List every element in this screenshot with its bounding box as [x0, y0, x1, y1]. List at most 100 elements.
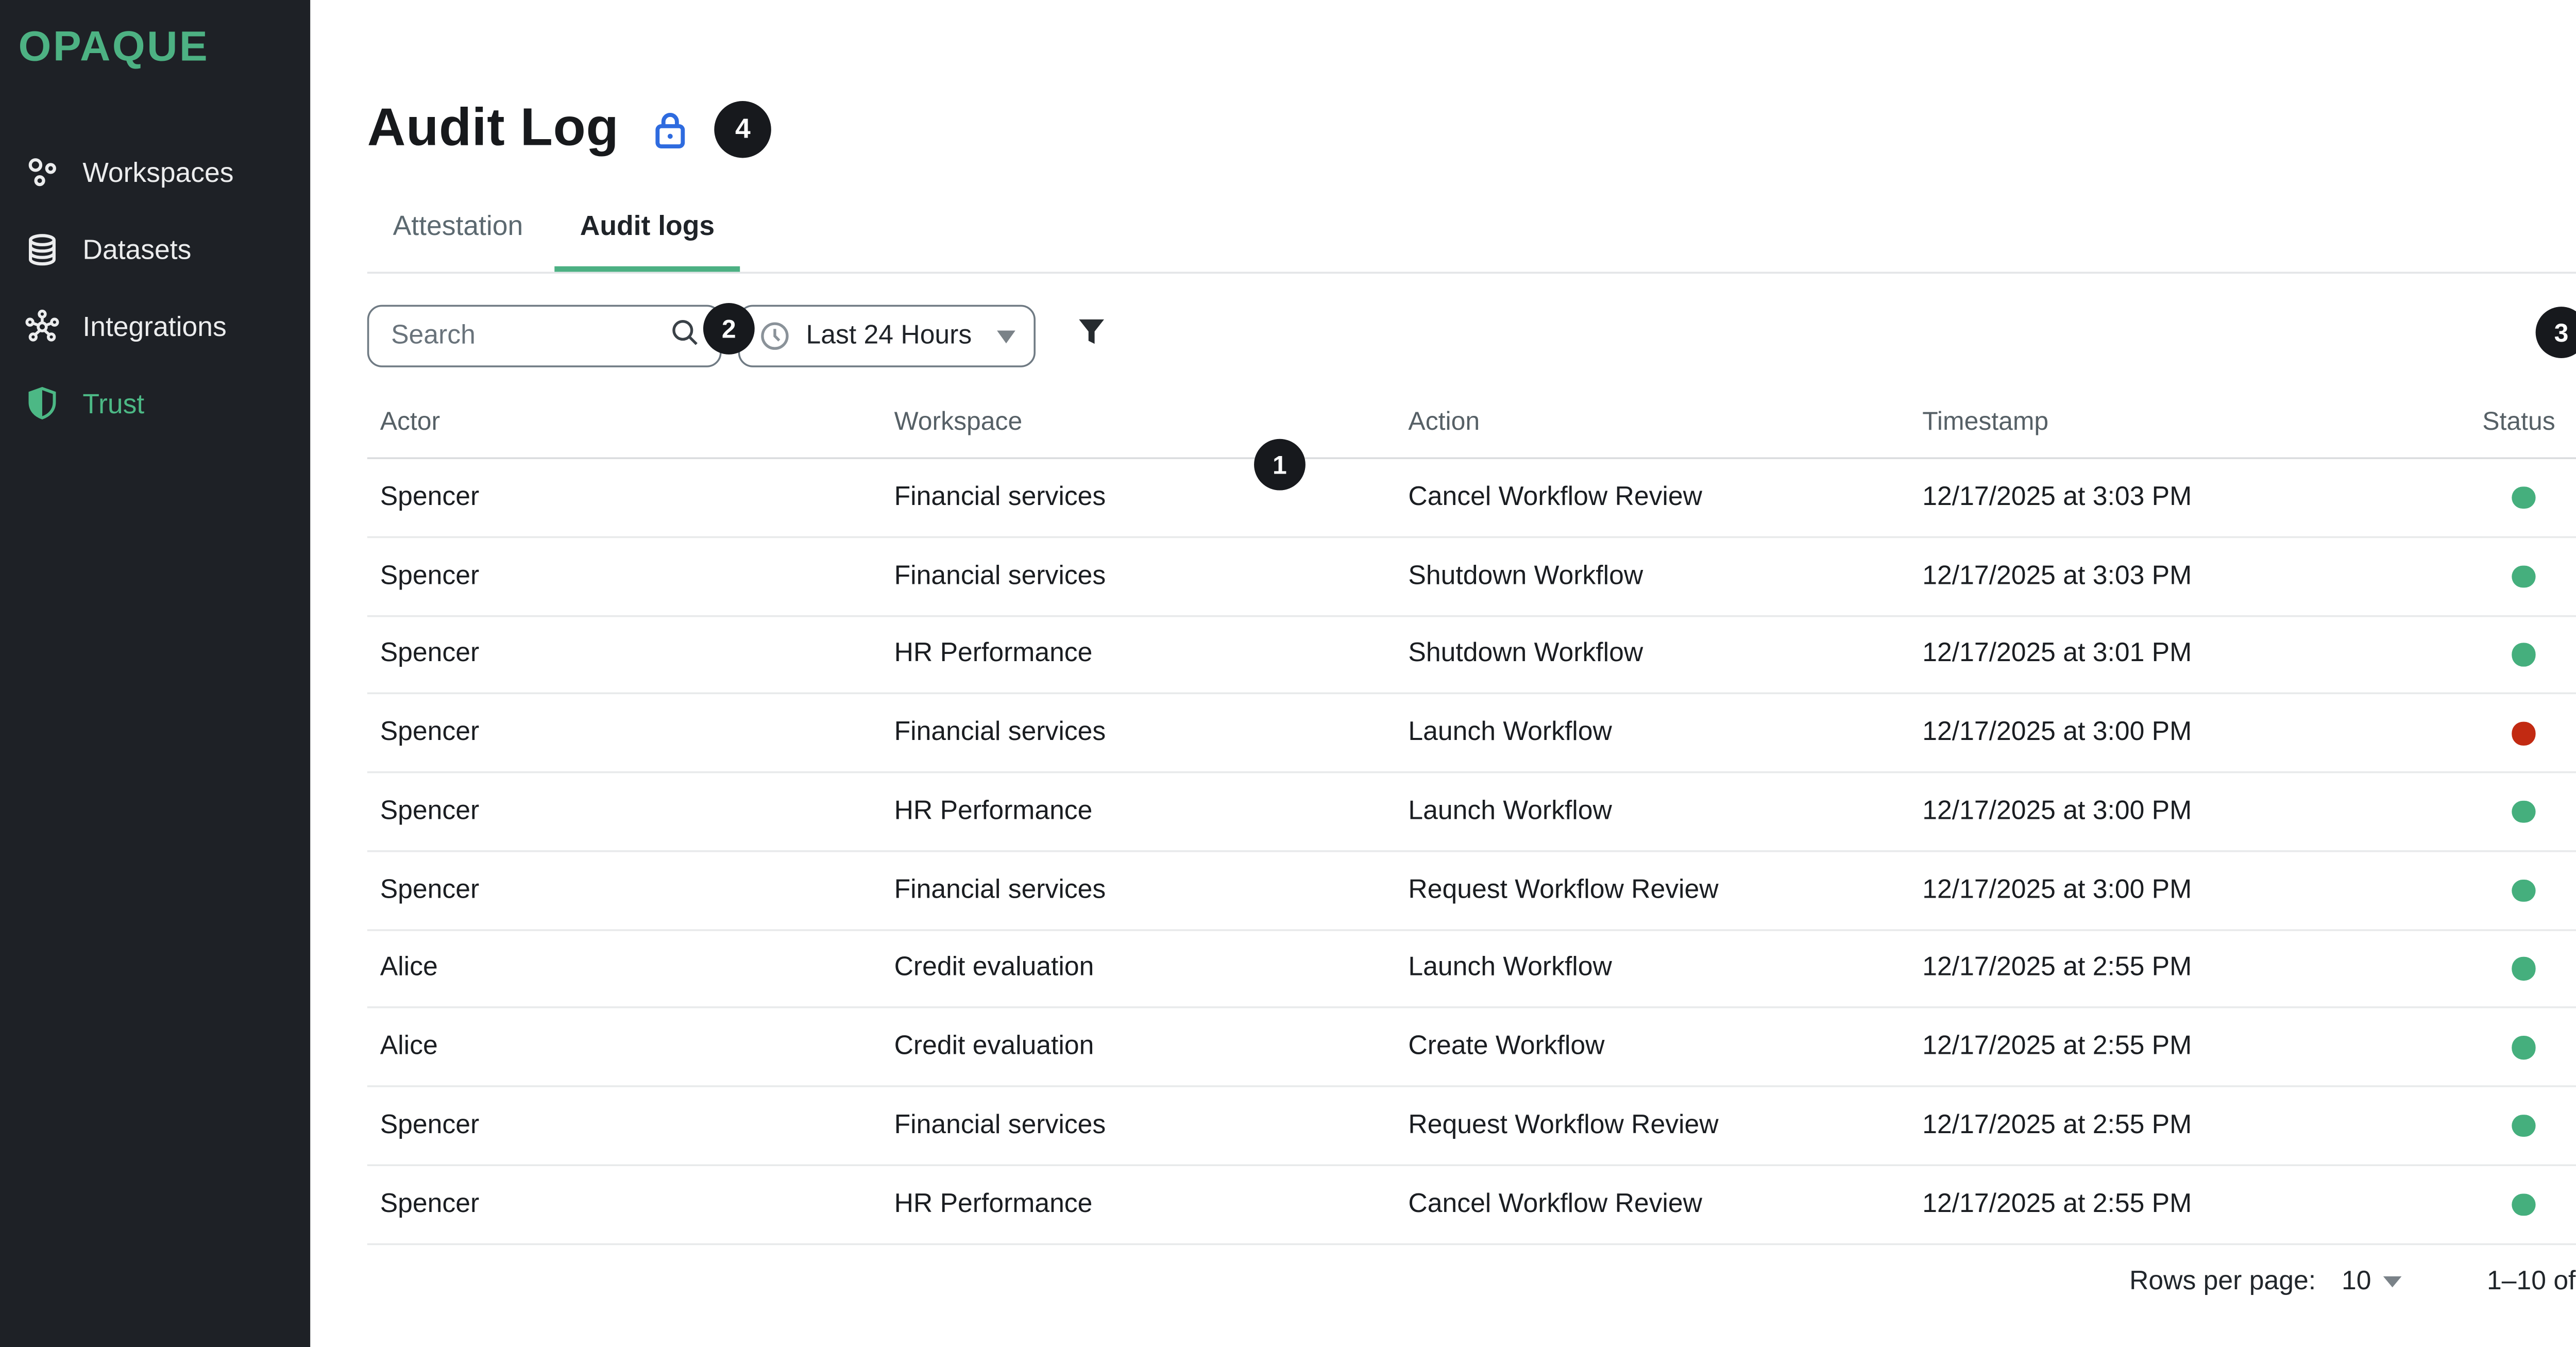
integrations-icon	[22, 307, 62, 347]
cell-workspace: Financial services	[894, 483, 1409, 512]
cell-action: Launch Workflow	[1408, 954, 1922, 983]
sidebar-item-datasets[interactable]: Datasets	[0, 211, 310, 289]
status-dot	[2512, 1193, 2535, 1216]
cell-action: Cancel Workflow Review	[1408, 483, 1922, 512]
cell-action: Launch Workflow	[1408, 718, 1922, 748]
cell-timestamp: 12/17/2025 at 3:03 PM	[1922, 561, 2482, 591]
app: OPAQUE Workspaces	[0, 0, 2576, 1347]
page-title: Audit Log	[367, 99, 619, 160]
cell-action: Create Workflow	[1408, 1032, 1922, 1062]
column-header-action: Action	[1408, 406, 1922, 435]
cell-timestamp: 12/17/2025 at 3:03 PM	[1922, 483, 2482, 512]
sidebar-item-label: Trust	[82, 389, 144, 420]
sidebar-nav: Workspaces Datasets	[0, 134, 310, 443]
workspaces-icon	[22, 153, 62, 193]
status-dot	[2512, 722, 2535, 745]
table-row[interactable]: Spencer HR Performance Launch Workflow 1…	[367, 773, 2576, 851]
table-row[interactable]: Spencer HR Performance Cancel Workflow R…	[367, 1166, 2576, 1244]
cell-workspace: Financial services	[894, 1111, 1409, 1140]
column-header-workspace: Workspace	[894, 406, 1409, 435]
sidebar-item-label: Datasets	[82, 234, 191, 265]
column-header-timestamp: Timestamp	[1922, 406, 2482, 435]
cell-action: Request Workflow Review	[1408, 1111, 1922, 1140]
cell-status	[2482, 797, 2576, 826]
cell-timestamp: 12/17/2025 at 3:01 PM	[1922, 640, 2482, 669]
table-row[interactable]: Spencer Financial services Request Workf…	[367, 852, 2576, 930]
step-badge-4: 4	[715, 101, 771, 158]
cell-action: Shutdown Workflow	[1408, 640, 1922, 669]
caret-down-icon	[2384, 1275, 2402, 1286]
search-icon	[668, 315, 701, 357]
filter-button[interactable]	[1072, 312, 1111, 360]
table-row[interactable]: Spencer Financial services Cancel Workfl…	[367, 459, 2576, 537]
shield-icon	[22, 384, 62, 424]
time-range-dropdown[interactable]: Last 24 Hours	[738, 305, 1036, 367]
table-row[interactable]: Spencer Financial services Shutdown Work…	[367, 537, 2576, 616]
toolbar: Last 24 Hours Export logs	[367, 303, 2576, 369]
cell-status	[2482, 718, 2576, 748]
sidebar-item-integrations[interactable]: Integrations	[0, 289, 310, 366]
audit-table: Actor Workspace Action Timestamp Status …	[367, 384, 2576, 1244]
title-row: Audit Log 4	[367, 99, 2576, 160]
status-dot	[2512, 565, 2535, 588]
tab-attestation[interactable]: Attestation	[367, 208, 549, 272]
status-dot	[2512, 1115, 2535, 1138]
cell-action: Shutdown Workflow	[1408, 561, 1922, 591]
search-input[interactable]	[387, 319, 668, 352]
cell-timestamp: 12/17/2025 at 3:00 PM	[1922, 797, 2482, 826]
step-badge-1: 1	[1254, 439, 1306, 491]
cell-workspace: Financial services	[894, 718, 1409, 748]
filter-icon	[1072, 312, 1111, 360]
cell-workspace: Financial services	[894, 561, 1409, 591]
cell-actor: Alice	[380, 1032, 894, 1062]
table-row[interactable]: Spencer Financial services Request Workf…	[367, 1087, 2576, 1166]
cell-actor: Spencer	[380, 1189, 894, 1219]
datasets-icon	[22, 229, 62, 270]
sidebar-item-label: Integrations	[82, 311, 226, 343]
cell-status	[2482, 1189, 2576, 1219]
sidebar-item-label: Workspaces	[82, 157, 233, 189]
sidebar-item-trust[interactable]: Trust	[0, 365, 310, 443]
cell-action: Launch Workflow	[1408, 797, 1922, 826]
time-range-value: Last 24 Hours	[806, 322, 982, 351]
table-row[interactable]: Spencer HR Performance Shutdown Workflow…	[367, 616, 2576, 695]
cell-timestamp: 12/17/2025 at 3:00 PM	[1922, 875, 2482, 905]
cell-timestamp: 12/17/2025 at 2:55 PM	[1922, 1111, 2482, 1140]
lock-icon	[650, 107, 690, 151]
rows-per-page-value: 10	[2342, 1266, 2371, 1295]
cell-actor: Spencer	[380, 718, 894, 748]
cell-actor: Spencer	[380, 1111, 894, 1140]
tab-audit-logs[interactable]: Audit logs	[554, 208, 740, 272]
search-box	[367, 305, 722, 367]
cell-timestamp: 12/17/2025 at 2:55 PM	[1922, 1032, 2482, 1062]
status-dot	[2512, 643, 2535, 666]
column-header-status: Status	[2482, 406, 2576, 435]
table-row[interactable]: Alice Credit evaluation Create Workflow …	[367, 1008, 2576, 1087]
cell-actor: Spencer	[380, 483, 894, 512]
cell-actor: Spencer	[380, 875, 894, 905]
status-dot	[2512, 879, 2535, 902]
cell-workspace: Credit evaluation	[894, 1032, 1409, 1062]
table-row[interactable]: Spencer Financial services Launch Workfl…	[367, 695, 2576, 773]
cell-status	[2482, 640, 2576, 669]
table-header: Actor Workspace Action Timestamp Status	[367, 384, 2576, 459]
cell-workspace: Financial services	[894, 875, 1409, 905]
app-logo: OPAQUE	[19, 22, 311, 72]
cell-timestamp: 12/17/2025 at 2:55 PM	[1922, 954, 2482, 983]
cell-actor: Spencer	[380, 640, 894, 669]
rows-per-page-label: Rows per page:	[2129, 1266, 2316, 1295]
status-dot	[2512, 1036, 2535, 1059]
status-dot	[2512, 957, 2535, 981]
pagination: Rows per page: 10 1–10 of 94	[367, 1244, 2576, 1318]
status-dot	[2512, 800, 2535, 823]
table-row[interactable]: Alice Credit evaluation Launch Workflow …	[367, 930, 2576, 1008]
cell-actor: Spencer	[380, 561, 894, 591]
step-badge-2: 2	[703, 303, 755, 355]
cell-workspace: HR Performance	[894, 1189, 1409, 1219]
cell-workspace: Credit evaluation	[894, 954, 1409, 983]
table-body: Spencer Financial services Cancel Workfl…	[367, 459, 2576, 1244]
sidebar: OPAQUE Workspaces	[0, 0, 310, 1347]
rows-per-page-select[interactable]: 10	[2342, 1266, 2402, 1295]
caret-down-icon	[997, 330, 1015, 343]
sidebar-item-workspaces[interactable]: Workspaces	[0, 134, 310, 211]
